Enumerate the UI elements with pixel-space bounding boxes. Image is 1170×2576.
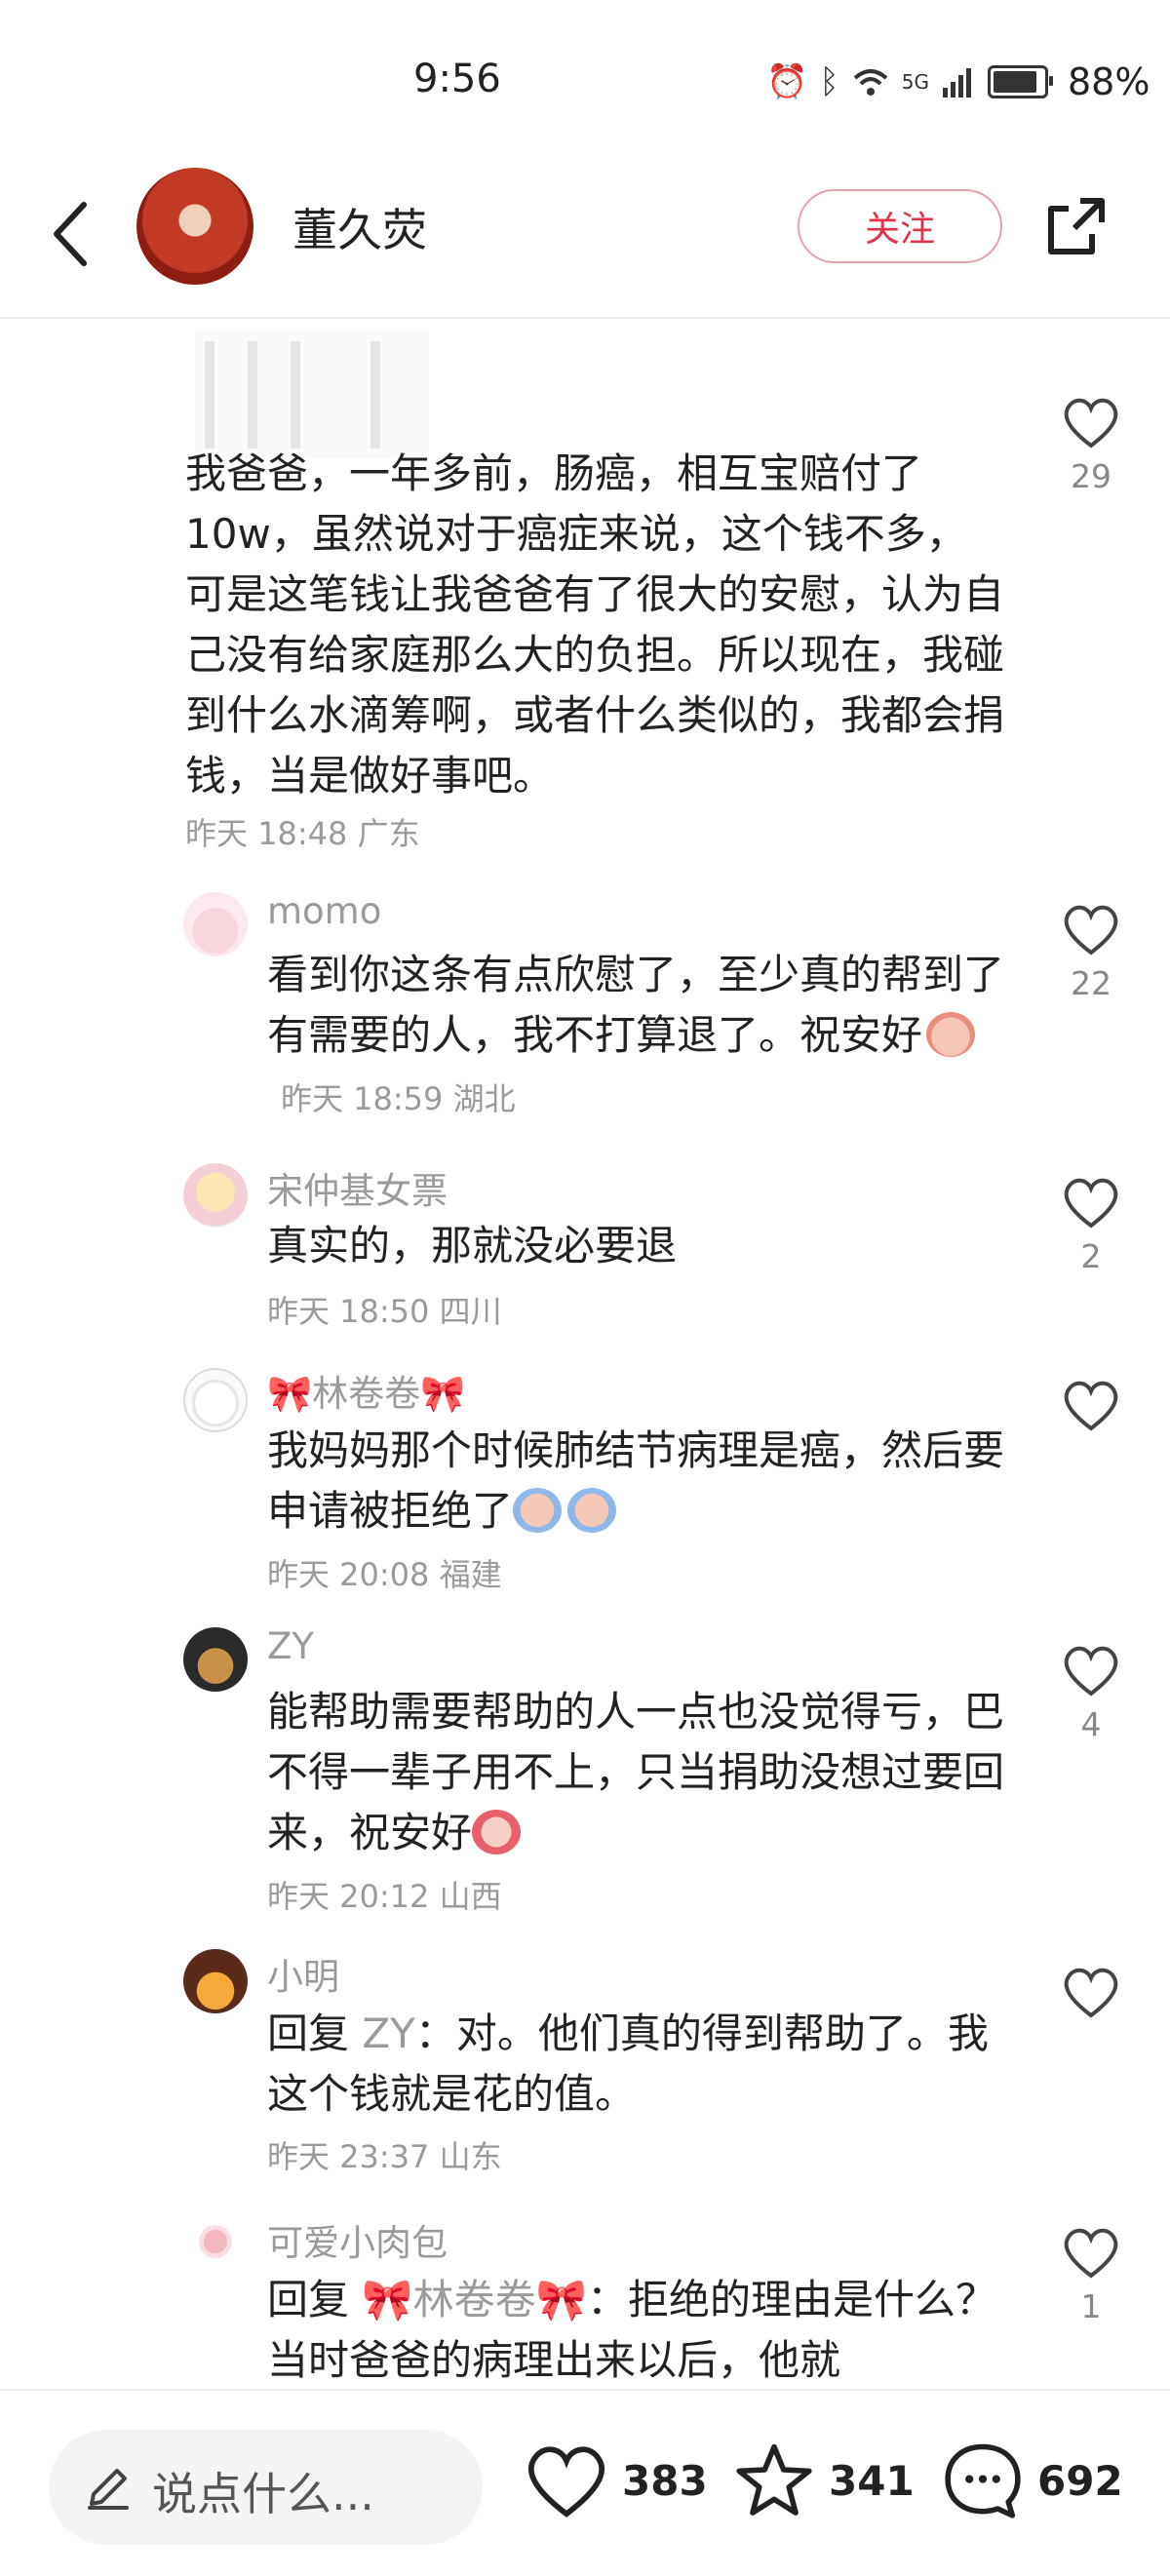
status-time: 9:56: [413, 57, 501, 101]
comment-like-button[interactable]: 1: [1055, 2225, 1127, 2325]
comment-text: 看到你这条有点欣慰了，至少真的帮到了有需要的人，我不打算退了。祝安好: [267, 951, 1005, 1059]
status-bar: 9:56 ⏰ ᛒ 5G 88%: [0, 0, 1170, 166]
comment-username[interactable]: 宋仲基女票: [267, 1161, 448, 1214]
pen-icon: [88, 2469, 129, 2510]
favorite-button[interactable]: 341: [733, 2441, 915, 2519]
comment-button[interactable]: 692: [942, 2441, 1123, 2519]
comment-meta: 昨天 18:50 四川: [267, 1293, 502, 1330]
heart-icon: [1064, 398, 1118, 449]
author-name[interactable]: 董久荧: [292, 195, 427, 259]
comment-username[interactable]: 可爱小肉包: [267, 2213, 448, 2266]
favorite-count: 341: [829, 2456, 915, 2505]
like-button[interactable]: 383: [525, 2441, 708, 2519]
comment-like-button[interactable]: 2: [1055, 1175, 1127, 1275]
comment-meta: 昨天 20:08 福建: [267, 1556, 502, 1593]
like-count: 383: [622, 2456, 708, 2505]
comment-like-button[interactable]: 22: [1055, 902, 1127, 1002]
comment-username[interactable]: momo: [267, 890, 381, 932]
back-icon[interactable]: [43, 195, 101, 273]
comment-text: 能帮助需要帮助的人一点也没觉得亏，巴不得一辈子用不上，只当捐助没想过要回来，祝安…: [267, 1688, 1005, 1856]
comment-meta: 昨天 18:48 广东: [185, 815, 420, 852]
star-icon: [736, 2443, 812, 2516]
comment-like-button[interactable]: [1055, 1378, 1127, 1440]
heart-icon: [527, 2446, 605, 2517]
avatar[interactable]: [183, 1163, 248, 1228]
comment-meta: 昨天 23:37 山东: [267, 2138, 502, 2175]
avatar[interactable]: [183, 1949, 248, 2013]
comment-like-count: 1: [1080, 2287, 1102, 2325]
reply-label: 回复: [267, 2276, 350, 2323]
network-type: 5G: [901, 70, 929, 94]
comment-input-placeholder: 说点什么...: [152, 2468, 374, 2520]
comment-like-count: 4: [1080, 1705, 1102, 1743]
battery-icon: [987, 65, 1053, 98]
reply-label: 回复: [267, 2010, 350, 2057]
avatar[interactable]: [183, 892, 248, 956]
share-icon[interactable]: [1045, 195, 1108, 257]
wifi-icon: [853, 69, 888, 96]
comment-like-count: 22: [1071, 964, 1112, 1002]
heart-icon: [1064, 905, 1118, 956]
comment-like-button[interactable]: 4: [1055, 1643, 1127, 1743]
status-icons: ⏰ ᛒ 5G 88%: [766, 60, 1150, 103]
heart-icon: [1064, 1178, 1118, 1229]
comment-input[interactable]: 说点什么...: [49, 2430, 483, 2545]
bow-icon: 🎀: [535, 2276, 587, 2323]
comment-count: 692: [1037, 2456, 1123, 2505]
signal-icon: [942, 68, 971, 98]
heart-icon: [1064, 1968, 1118, 2018]
bow-icon: 🎀: [420, 1373, 466, 1415]
reply-target[interactable]: ZY: [362, 2010, 414, 2057]
alarm-icon: ⏰: [766, 62, 808, 101]
faded-image-fragment: [195, 332, 429, 458]
battery-percent: 88%: [1067, 60, 1150, 103]
emoji-icon: [513, 1488, 563, 1533]
emoji-icon: [926, 1012, 976, 1057]
bluetooth-icon: ᛒ: [819, 62, 839, 101]
comment-text-block: 能帮助需要帮助的人一点也没觉得亏，巴不得一辈子用不上，只当捐助没想过要回来，祝安…: [267, 1682, 1008, 1863]
comment-text-block: 回复 ZY：对。他们真的得到帮助了。我这个钱就是花的值。: [267, 2004, 1008, 2125]
comment-username[interactable]: ZY: [267, 1625, 314, 1667]
comment-meta: 昨天 20:12 山西: [267, 1878, 502, 1915]
avatar[interactable]: [183, 1627, 248, 1692]
author-avatar[interactable]: [136, 168, 254, 285]
heart-icon: [1064, 2228, 1118, 2279]
comment-text-block: 回复 🎀林卷卷🎀：拒绝的理由是什么？当时爸爸的病理出来以后，他就: [267, 2270, 1008, 2391]
comment-like-button[interactable]: 29: [1055, 395, 1127, 495]
bow-icon: 🎀: [267, 1373, 313, 1415]
comment-text-block: 看到你这条有点欣慰了，至少真的帮到了有需要的人，我不打算退了。祝安好昨天 18:…: [267, 945, 1008, 1129]
comment-meta: 昨天 18:59 湖北: [281, 1080, 516, 1117]
comment-like-button[interactable]: [1055, 1965, 1127, 2027]
comment-text: 我妈妈那个时候肺结节病理是癌，然后要申请被拒绝了: [267, 1426, 1005, 1535]
comment-text: 我爸爸，一年多前，肠癌，相互宝赔付了10w，虽然说对于癌症来说，这个钱不多，可是…: [185, 449, 1005, 800]
avatar[interactable]: [183, 1368, 248, 1432]
post-header: 董久荧 关注: [0, 166, 1170, 319]
comment-username[interactable]: 小明: [267, 1947, 339, 2000]
comment-text-block: 我妈妈那个时候肺结节病理是癌，然后要申请被拒绝了: [267, 1421, 1008, 1542]
comment-like-count: 2: [1080, 1237, 1102, 1275]
comment-username: 林卷卷: [312, 1373, 421, 1415]
comment-icon: [945, 2443, 1021, 2518]
follow-button[interactable]: 关注: [798, 189, 1002, 263]
comment-like-count: 29: [1071, 457, 1112, 495]
comment-username-block[interactable]: 🎀林卷卷🎀: [267, 1364, 465, 1417]
reply-target[interactable]: 林卷卷: [413, 2276, 536, 2323]
emoji-icon: [567, 1488, 617, 1533]
bow-icon: 🎀: [362, 2276, 413, 2323]
emoji-icon: [472, 1810, 522, 1854]
avatar[interactable]: [199, 2225, 232, 2258]
bottom-action-bar: 说点什么... 383 341 692: [0, 2389, 1170, 2576]
heart-icon: [1064, 1381, 1118, 1431]
comment-text: 真实的，那就没必要退: [267, 1222, 678, 1269]
heart-icon: [1064, 1646, 1118, 1697]
